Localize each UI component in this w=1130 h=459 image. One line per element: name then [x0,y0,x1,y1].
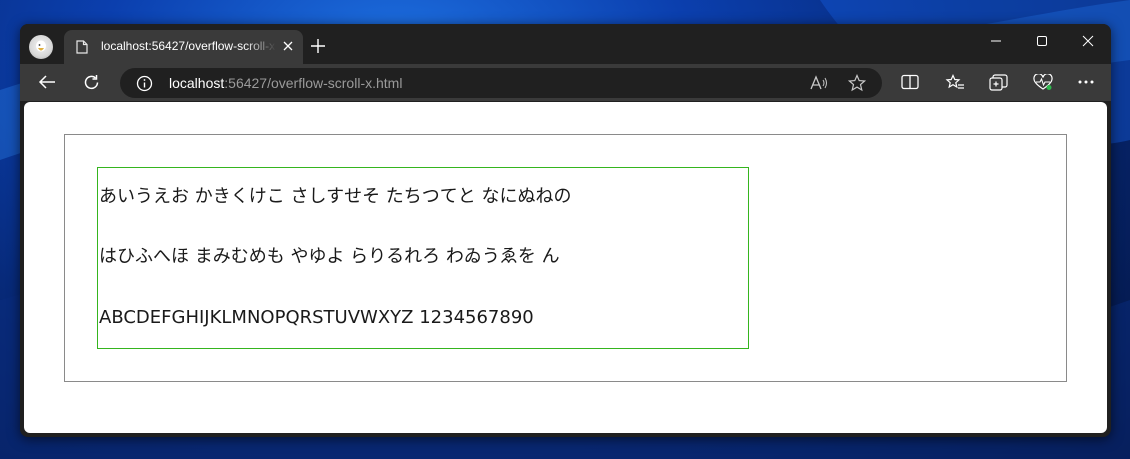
tab-close-icon[interactable] [283,41,293,51]
text-line-alphanumeric: ABCDEFGHIJKLMNOPQRSTUVWXYZ 1234567890 [99,307,534,328]
browser-window: localhost:56427/overflow-scroll-x.html [20,24,1111,437]
browser-toolbar: localhost:56427/overflow-scroll-x.html [20,64,1111,101]
heart-pulse-icon[interactable] [1033,74,1053,91]
star-icon[interactable] [848,74,866,92]
info-icon[interactable] [136,75,153,92]
tab-strip: localhost:56427/overflow-scroll-x.html [20,24,1111,64]
back-arrow-icon[interactable] [38,74,56,90]
collections-icon[interactable] [989,74,1008,91]
page-viewport: あいうえお かきくけこ さしすせそ たちつてと なにぬねの はひふへほ まみむめ… [24,102,1107,433]
minimize-icon[interactable] [984,32,1008,50]
tab-title: localhost:56427/overflow-scroll-x.html [101,39,276,53]
page-icon [76,40,88,54]
more-icon[interactable] [1078,80,1094,84]
address-bar[interactable]: localhost:56427/overflow-scroll-x.html [120,68,882,98]
outer-container: あいうえお かきくけこ さしすせそ たちつてと なにぬねの はひふへほ まみむめ… [64,134,1067,382]
read-aloud-icon[interactable] [810,75,828,91]
text-line-hiragana-2: はひふへほ まみむめも やゆよ らりるれろ わゐうゑを ん [99,246,560,267]
scroll-box[interactable]: あいうえお かきくけこ さしすせそ たちつてと なにぬねの はひふへほ まみむめ… [97,167,749,349]
refresh-icon[interactable] [83,74,100,91]
favorites-list-icon[interactable] [945,74,965,91]
split-screen-icon[interactable] [901,74,919,90]
url-host: localhost [169,75,225,91]
url-text[interactable]: localhost:56427/overflow-scroll-x.html [169,75,402,91]
tab-active[interactable]: localhost:56427/overflow-scroll-x.html [64,30,303,64]
text-line-hiragana-1: あいうえお かきくけこ さしすせそ たちつてと なにぬねの [99,186,572,207]
maximize-icon[interactable] [1030,32,1054,50]
profile-avatar-icon[interactable] [29,35,53,59]
new-tab-plus-icon[interactable] [311,39,325,53]
url-path: :56427/overflow-scroll-x.html [224,75,403,91]
window-close-icon[interactable] [1076,32,1100,50]
